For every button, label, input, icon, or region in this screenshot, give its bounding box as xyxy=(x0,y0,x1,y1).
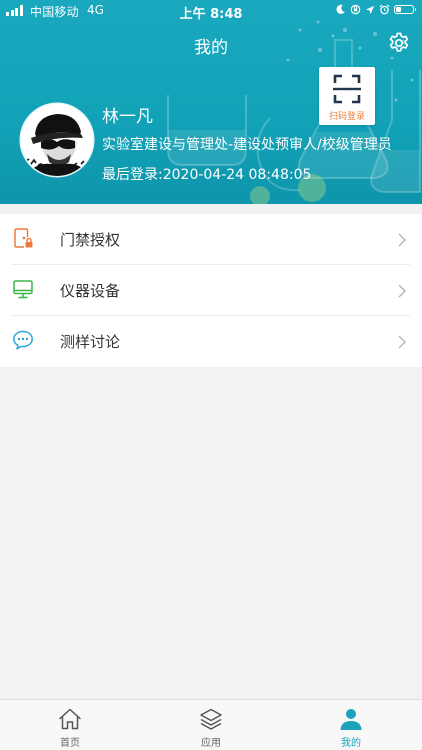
menu-item-label: 门禁授权 xyxy=(60,231,121,249)
chevron-right-icon xyxy=(398,233,406,247)
monitor-icon xyxy=(13,280,33,299)
alarm-icon xyxy=(379,4,390,15)
page-title: 我的 xyxy=(194,38,228,58)
tab-bar: 首页 应用 我的 xyxy=(0,699,422,750)
tab-label: 应用 xyxy=(201,738,221,749)
orientation-lock-icon xyxy=(350,4,361,15)
battery-icon xyxy=(394,5,416,14)
chat-bubble-icon xyxy=(13,330,33,350)
menu-item-label: 仪器设备 xyxy=(60,282,121,300)
scan-login-label: 扫码登录 xyxy=(328,112,365,122)
profile-screen: 中国移动 4G 上午 8:48 我的 扫码登录 林一凡 实验室建设与管理处-建设… xyxy=(0,0,422,750)
tab-label: 首页 xyxy=(60,738,80,749)
moon-icon xyxy=(336,4,345,14)
menu-item-label: 测样讨论 xyxy=(60,333,121,351)
user-department: 实验室建设与管理处-建设处预审人/校级管理员 xyxy=(102,137,392,153)
settings-button[interactable] xyxy=(386,30,412,56)
layers-icon xyxy=(200,708,222,730)
profile-menu: 门禁授权 仪器设备 测样讨论 xyxy=(0,214,422,367)
menu-item-door-access[interactable]: 门禁授权 xyxy=(0,214,422,265)
profile-header: 中国移动 4G 上午 8:48 我的 扫码登录 林一凡 实验室建设与管理处-建设… xyxy=(0,0,422,204)
door-access-icon xyxy=(14,228,33,248)
home-icon xyxy=(59,708,81,730)
last-login-time: 最后登录:2020-04-24 08:48:05 xyxy=(102,167,312,183)
tab-mine[interactable]: 我的 xyxy=(281,700,421,750)
tab-apps[interactable]: 应用 xyxy=(141,700,281,750)
menu-item-sample-discussion[interactable]: 测样讨论 xyxy=(0,316,422,367)
location-icon xyxy=(365,5,375,14)
scan-login-button[interactable]: 扫码登录 xyxy=(319,67,375,125)
qr-scan-icon xyxy=(333,74,361,104)
tab-label: 我的 xyxy=(341,738,361,749)
status-bar: 中国移动 4G 上午 8:48 xyxy=(0,0,422,22)
gear-icon xyxy=(389,32,409,52)
chevron-right-icon xyxy=(398,335,406,349)
chevron-right-icon xyxy=(398,284,406,298)
user-name: 林一凡 xyxy=(102,107,153,127)
avatar[interactable] xyxy=(21,104,93,176)
person-icon xyxy=(340,709,362,730)
menu-item-instruments[interactable]: 仪器设备 xyxy=(0,265,422,316)
tab-home[interactable]: 首页 xyxy=(0,700,140,750)
avatar-image xyxy=(21,104,93,176)
